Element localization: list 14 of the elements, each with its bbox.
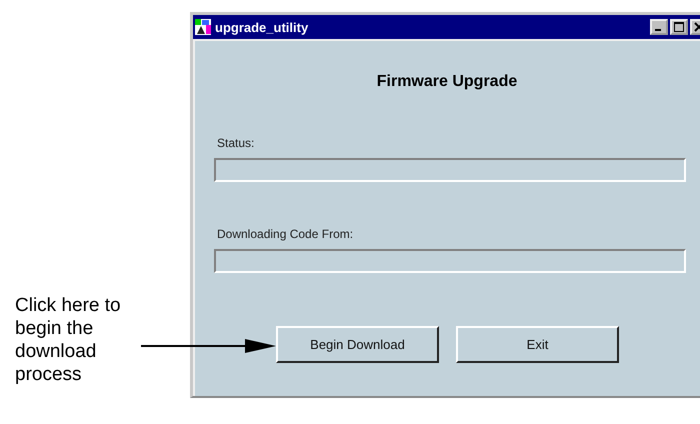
app-icon <box>195 19 211 35</box>
callout-text: Click here to begin the download process <box>15 294 122 386</box>
maximize-button[interactable] <box>670 19 688 35</box>
window-title: upgrade_utility <box>215 20 308 34</box>
text-field[interactable] <box>214 158 686 182</box>
dialog-heading: Firmware Upgrade <box>376 73 518 91</box>
minimize-icon <box>655 29 661 31</box>
text-field[interactable] <box>214 249 686 273</box>
maximize-icon <box>674 22 684 32</box>
push-button[interactable]: Exit <box>456 326 619 363</box>
push-button[interactable]: Begin Download <box>276 326 439 363</box>
field-label: Status: <box>217 136 256 150</box>
minimize-button[interactable] <box>650 19 668 35</box>
field-label: Downloading Code From: <box>217 227 354 241</box>
